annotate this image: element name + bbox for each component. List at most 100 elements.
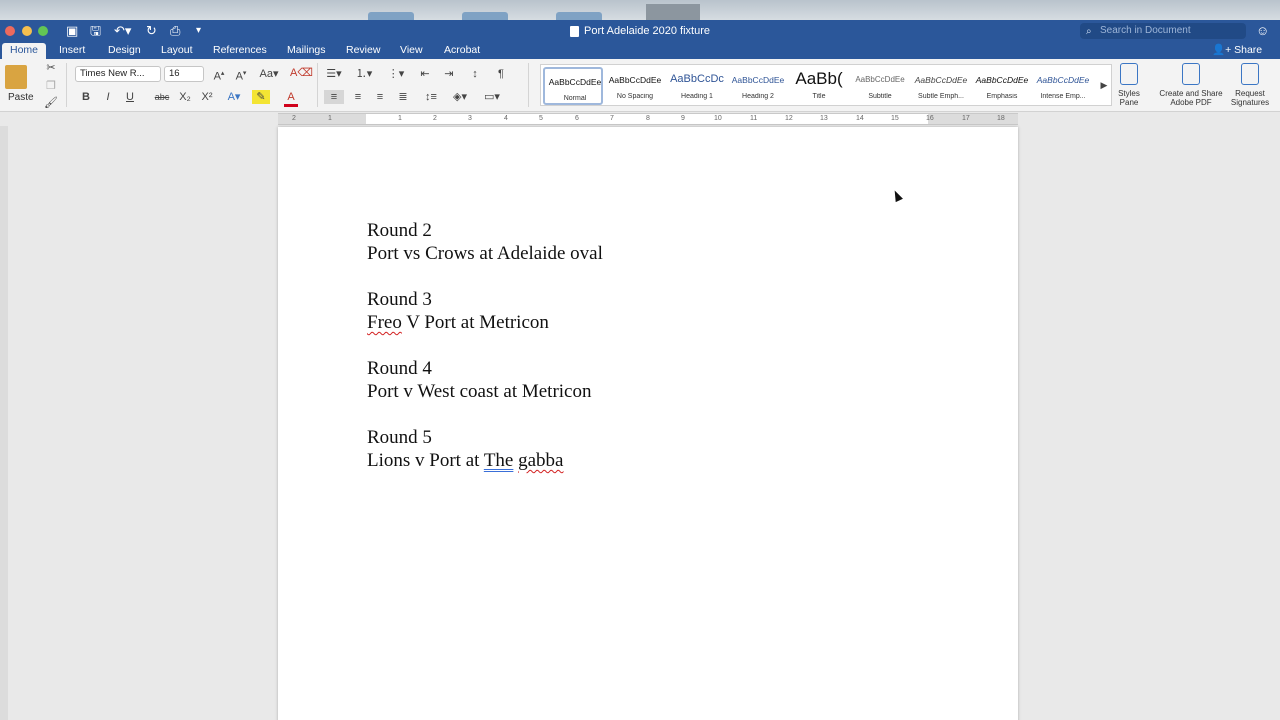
underline-button[interactable]: U	[124, 90, 136, 104]
paste-icon[interactable]	[5, 65, 27, 89]
grammar-flagged-word[interactable]: The	[484, 450, 514, 471]
tab-acrobat[interactable]: Acrobat	[436, 43, 488, 59]
style-sample: AaBbCcDdEe	[1036, 75, 1090, 85]
clear-formatting-icon[interactable]: A⌫	[290, 66, 313, 80]
superscript-button[interactable]: X²	[199, 90, 215, 104]
borders-icon[interactable]: ▭▾	[478, 90, 506, 104]
tab-mailings[interactable]: Mailings	[279, 43, 334, 59]
match-line: Freo V Port at Metricon	[367, 311, 603, 334]
search-input[interactable]: ⌕ Search in Document	[1080, 23, 1246, 39]
decrease-indent-icon[interactable]: ⇤	[416, 67, 434, 81]
ruler-number: 1	[398, 115, 402, 122]
styles-pane-label: Styles Pane	[1118, 89, 1140, 107]
redo-icon[interactable]: ↻	[146, 23, 157, 39]
match-line: Lions v Port at The gabba	[367, 449, 603, 472]
style-heading-1[interactable]: AaBbCcDc Heading 1	[667, 67, 727, 105]
ruler-number: 14	[856, 115, 864, 122]
request-signatures-button[interactable]: Request Signatures	[1226, 63, 1274, 107]
tab-review[interactable]: Review	[338, 43, 388, 59]
style-title[interactable]: AaBb( Title	[789, 67, 849, 105]
style-intense-emphasis[interactable]: AaBbCcDdEe Intense Emp...	[1033, 67, 1093, 105]
style-normal[interactable]: AaBbCcDdEe Normal	[543, 67, 603, 105]
align-right-button[interactable]: ≡	[370, 90, 390, 104]
style-subtle-emphasis[interactable]: AaBbCcDdEe Subtle Emph...	[911, 67, 971, 105]
sort-icon[interactable]: ↕	[466, 67, 484, 81]
italic-button[interactable]: I	[102, 90, 114, 104]
styles-gallery: AaBbCcDdEe Normal AaBbCcDdEe No Spacing …	[540, 64, 1112, 106]
misspelled-word[interactable]: Freo	[367, 312, 402, 333]
bullets-icon[interactable]: ☰▾	[324, 67, 344, 81]
close-window-button[interactable]	[5, 26, 15, 36]
align-left-button[interactable]: ≡	[324, 90, 344, 104]
ruler-number: 17	[962, 115, 970, 122]
tab-insert[interactable]: Insert	[51, 43, 93, 59]
shrink-font-icon[interactable]: A▾	[232, 67, 250, 84]
maximize-window-button[interactable]	[38, 26, 48, 36]
tab-view[interactable]: View	[392, 43, 431, 59]
font-color-icon[interactable]: A	[284, 90, 298, 107]
bold-button[interactable]: B	[80, 90, 92, 104]
tab-references[interactable]: References	[205, 43, 275, 59]
horizontal-ruler[interactable]: 2 1 1 2 3 4 5 6 7 8 9 10 11 12 13 14 15 …	[0, 112, 1280, 126]
format-painter-icon[interactable]: 🖌	[44, 96, 58, 110]
subscript-button[interactable]: X₂	[177, 90, 193, 104]
style-name: Subtle Emph...	[918, 93, 964, 100]
style-sample: AaBbCcDc	[670, 73, 724, 85]
highlight-icon[interactable]: ✎	[252, 90, 270, 104]
style-emphasis[interactable]: AaBbCcDdEe Emphasis	[972, 67, 1032, 105]
grow-font-icon[interactable]: A▴	[210, 67, 228, 84]
font-size-select[interactable]: 16	[164, 66, 204, 82]
signature-icon	[1241, 63, 1259, 85]
match-line: Port vs Crows at Adelaide oval	[367, 243, 603, 264]
ribbon-home: Paste ✂ ❐ 🖌 Times New R... 16 A▴ A▾ Aa▾ …	[0, 59, 1280, 112]
style-heading-2[interactable]: AaBbCcDdEe Heading 2	[728, 67, 788, 105]
minimize-window-button[interactable]	[22, 26, 32, 36]
ruler-number: 6	[575, 115, 579, 122]
styles-more-arrow-icon[interactable]: ▶	[1098, 78, 1110, 92]
copy-icon[interactable]: ❐	[44, 79, 58, 93]
print-icon[interactable]: ⎙	[170, 23, 180, 39]
search-icon: ⌕	[1086, 26, 1092, 37]
tab-layout[interactable]: Layout	[153, 43, 201, 59]
divider	[317, 63, 318, 107]
multilevel-list-icon[interactable]: ⋮▾	[386, 67, 406, 81]
tab-design[interactable]: Design	[100, 43, 149, 59]
ribbon-tabs: Home Insert Design Layout References Mai…	[0, 42, 1280, 59]
document-page[interactable]: Round 2 Port vs Crows at Adelaide oval R…	[278, 127, 1018, 720]
text-effects-icon[interactable]: A▾	[225, 90, 243, 104]
styles-pane-button[interactable]: Styles Pane	[1114, 63, 1144, 107]
feedback-smiley-icon[interactable]: ☺	[1256, 23, 1269, 39]
shading-icon[interactable]: ◈▾	[450, 90, 470, 104]
fixture-entry: Round 4 Port v West coast at Metricon	[367, 357, 603, 403]
ruler-number: 11	[750, 115, 758, 122]
cut-icon[interactable]: ✂	[44, 61, 58, 75]
desktop-background	[0, 0, 1280, 22]
save-icon[interactable]: 🖫	[90, 23, 101, 39]
style-no-spacing[interactable]: AaBbCcDdEe No Spacing	[605, 67, 665, 105]
ruler-number: 7	[610, 115, 614, 122]
tab-home[interactable]: Home	[2, 43, 47, 59]
divider	[528, 63, 529, 107]
show-formatting-icon[interactable]: ¶	[492, 67, 510, 81]
vertical-ruler[interactable]	[0, 126, 8, 720]
create-share-pdf-button[interactable]: Create and Share Adobe PDF	[1154, 63, 1228, 107]
divider	[66, 63, 67, 107]
style-subtitle[interactable]: AaBbCcDdEe Subtitle	[850, 67, 910, 105]
document-body[interactable]: Round 2 Port vs Crows at Adelaide oval R…	[367, 219, 603, 495]
align-center-button[interactable]: ≡	[348, 90, 368, 104]
font-name-select[interactable]: Times New R...	[75, 66, 161, 82]
style-name: Title	[812, 93, 826, 100]
sidebar-toggle-icon[interactable]: ▣	[66, 23, 78, 39]
ruler-number: 5	[539, 115, 543, 122]
share-button[interactable]: 👤+ Share	[1212, 43, 1262, 58]
numbering-icon[interactable]: ⒈▾	[354, 67, 374, 81]
increase-indent-icon[interactable]: ⇥	[440, 67, 458, 81]
undo-icon[interactable]: ↶▾	[114, 23, 131, 39]
line-spacing-icon[interactable]: ↕≡	[420, 90, 442, 104]
change-case-icon[interactable]: Aa▾	[258, 67, 280, 81]
justify-button[interactable]: ≣	[393, 90, 413, 104]
misspelled-word[interactable]: gabba	[518, 450, 563, 471]
paste-label[interactable]: Paste	[8, 91, 34, 105]
customize-toolbar-icon[interactable]: ▾	[196, 23, 201, 39]
strikethrough-button[interactable]: abc	[152, 90, 172, 104]
